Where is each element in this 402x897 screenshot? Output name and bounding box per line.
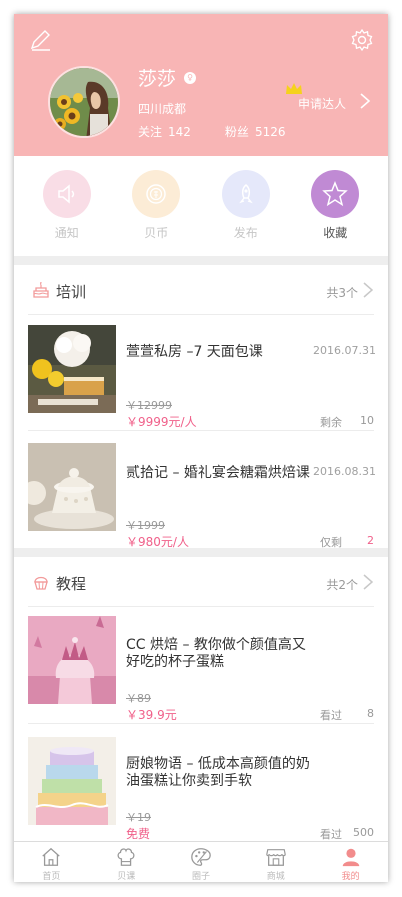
tutorial-item-meta-label: 看过 [320, 828, 342, 841]
training-item-meta-label: 剩余 [320, 416, 342, 429]
tab-mine[interactable]: 我的 [313, 842, 388, 882]
tutorial-item-meta-value: 500 [353, 826, 374, 839]
tutorial-item-image [28, 737, 116, 825]
quick-action-favorite[interactable]: 收藏 [300, 156, 370, 256]
training-item-old-price: ￥12999 [126, 399, 172, 412]
tutorial-item-old-price: ￥19 [126, 811, 151, 824]
tutorial-item-title: CC 烘焙 – 教你做个颜值高又好吃的杯子蛋糕 [126, 637, 306, 670]
training-item-date: 2016.07.31 [313, 344, 376, 357]
tutorial-item[interactable]: CC 烘焙 – 教你做个颜值高又好吃的杯子蛋糕 ￥89 ￥39.9元 看过 8 [14, 608, 388, 728]
coin-icon [146, 184, 166, 204]
fans-label[interactable]: 粉丝 [225, 125, 249, 139]
tutorial-count: 共2个 [326, 578, 358, 592]
tab-label: 首页 [42, 872, 61, 882]
training-item-old-price: ￥1999 [126, 519, 165, 532]
tutorial-section-header[interactable]: 教程 共2个 [14, 557, 388, 607]
tab-home[interactable]: 首页 [14, 842, 89, 882]
chevron-right-icon[interactable] [359, 92, 371, 110]
training-section-header[interactable]: 培训 共3个 [14, 265, 388, 315]
quick-action-label: 通知 [54, 226, 79, 240]
bottom-tab-bar: 首页 贝课 圈子 商城 我的 [14, 841, 388, 882]
section-separator [14, 256, 388, 265]
tutorial-item-meta-value: 8 [367, 707, 374, 720]
tab-label: 我的 [341, 872, 360, 882]
training-item[interactable]: 贰拾记 – 婚礼宴会糖霜烘焙课 2016.08.31 ￥1999 ￥980元/人… [14, 432, 388, 552]
person-icon [342, 848, 359, 867]
tab-label: 商城 [266, 872, 285, 882]
divider [28, 606, 374, 607]
section-separator [14, 548, 388, 557]
divider [28, 723, 374, 724]
gender-icon: ♀ [184, 72, 196, 84]
gear-icon[interactable] [350, 28, 374, 52]
divider [28, 314, 374, 315]
tab-course[interactable]: 贝课 [89, 842, 164, 882]
quick-action-label: 贝币 [144, 226, 169, 240]
divider [28, 430, 374, 431]
tutorial-item-price: 免费 [126, 827, 151, 841]
training-item-price: ￥9999元/人 [126, 415, 197, 429]
profile-location: 四川成都 [138, 102, 187, 116]
training-count: 共3个 [326, 286, 358, 300]
training-item-meta-value: 10 [360, 414, 374, 427]
cake-icon [33, 281, 49, 298]
follow-stats: 关注 142 粉丝 5126 [138, 123, 291, 140]
speaker-icon [58, 184, 74, 204]
training-item-image [28, 325, 116, 413]
training-item-date: 2016.08.31 [313, 465, 376, 478]
fans-count[interactable]: 5126 [255, 125, 286, 139]
shop-icon [266, 849, 286, 866]
edit-icon[interactable] [28, 28, 52, 52]
quick-action-label: 收藏 [323, 226, 348, 240]
tab-circle[interactable]: 圈子 [164, 842, 239, 882]
profile-name: 莎莎 [138, 68, 177, 90]
star-icon [322, 181, 349, 207]
quick-action-coin[interactable]: 贝币 [121, 156, 191, 256]
training-title: 培训 [56, 283, 87, 301]
home-icon [42, 847, 61, 866]
palette-icon [191, 848, 211, 866]
tutorial-item-old-price: ￥89 [126, 692, 151, 705]
chevron-right-icon [363, 282, 374, 298]
training-item-title: 萱萱私房 –7 天面包课 [126, 344, 263, 360]
tutorial-title: 教程 [56, 575, 87, 593]
tutorial-item-title: 厨娘物语 – 低成本高颜值的奶油蛋糕让你卖到手软 [126, 756, 310, 789]
quick-action-circle [221, 170, 270, 218]
avatar[interactable] [48, 66, 120, 138]
tutorial-item[interactable]: 厨娘物语 – 低成本高颜值的奶油蛋糕让你卖到手软 ￥19 免费 看过 500 [14, 725, 388, 845]
training-item[interactable]: 萱萱私房 –7 天面包课 2016.07.31 ￥12999 ￥9999元/人 … [14, 316, 388, 436]
chef-hat-icon [117, 848, 135, 866]
publish-icon [238, 184, 253, 204]
profile-header: 莎莎 ♀ 四川成都 关注 142 粉丝 5126 申请达人 [14, 14, 388, 156]
quick-actions: 通知 贝币 发布 收藏 [14, 156, 388, 256]
follow-label[interactable]: 关注 [138, 125, 162, 139]
tutorial-item-meta-label: 看过 [320, 709, 342, 722]
chevron-right-icon [363, 574, 374, 590]
quick-action-circle [132, 170, 181, 218]
training-item-meta-value: 2 [367, 534, 374, 547]
tab-shop[interactable]: 商城 [238, 842, 313, 882]
cupcake-icon [34, 576, 48, 590]
tutorial-item-image [28, 616, 116, 704]
apply-expert-button[interactable]: 申请达人 [298, 95, 346, 112]
quick-action-circle [42, 170, 91, 218]
quick-action-circle [311, 170, 360, 218]
training-item-image [28, 443, 116, 531]
tab-label: 圈子 [191, 872, 210, 882]
quick-action-publish[interactable]: 发布 [211, 156, 281, 256]
training-item-title: 贰拾记 – 婚礼宴会糖霜烘焙课 [126, 465, 310, 481]
app-frame: 莎莎 ♀ 四川成都 关注 142 粉丝 5126 申请达人 通知 贝币 发布 收… [14, 14, 388, 882]
quick-action-notify[interactable]: 通知 [32, 156, 102, 256]
tutorial-item-price: ￥39.9元 [126, 708, 177, 722]
quick-action-label: 发布 [233, 226, 258, 240]
tab-label: 贝课 [117, 872, 136, 882]
crown-icon [286, 83, 302, 94]
follow-count[interactable]: 142 [168, 125, 191, 139]
